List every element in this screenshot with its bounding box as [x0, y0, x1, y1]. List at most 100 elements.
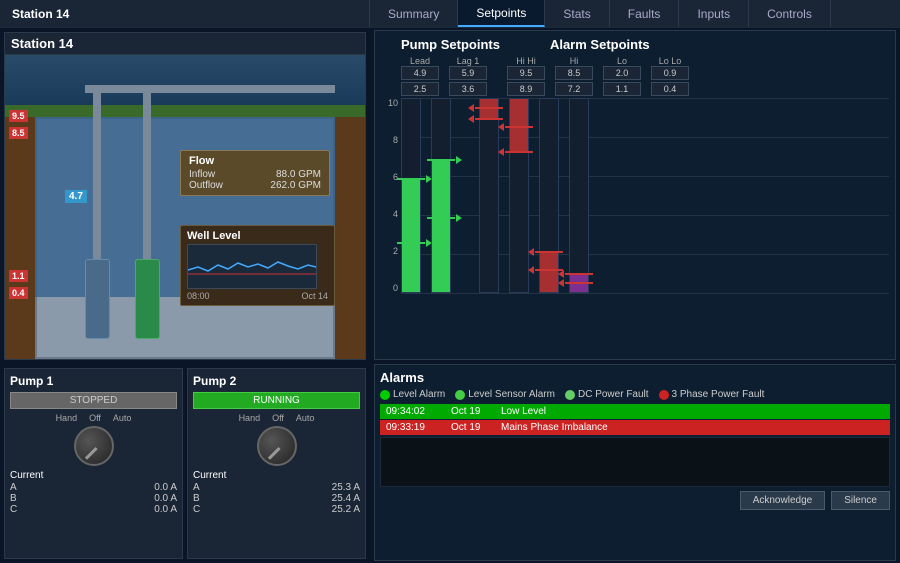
- lead-lower-marker: [397, 242, 425, 244]
- lo-upper: 2.0: [603, 66, 641, 80]
- lag1-upper-marker: [427, 159, 455, 161]
- station-diagram: Station 14 9.5: [4, 32, 366, 360]
- pump2-phase-b: B25.4 A: [193, 493, 360, 504]
- section-spacer: [461, 98, 469, 293]
- ground-area: 9.5 8.5 1.1 0.4 4.7 Flow Inflow 88.0 GPM: [5, 55, 365, 359]
- lead-upper-marker: [397, 178, 425, 180]
- level-1-1: 1.1: [9, 270, 28, 282]
- nav-tabs: Summary Setpoints Stats Faults Inputs Co…: [370, 0, 900, 27]
- tab-faults[interactable]: Faults: [610, 0, 680, 27]
- all-columns: [401, 98, 889, 293]
- lo-header: Lo 2.0 1.1: [603, 56, 641, 96]
- pump1-dial[interactable]: [74, 426, 114, 466]
- top-bar: Station 14 Summary Setpoints Stats Fault…: [0, 0, 900, 28]
- pump2-controls: Hand Off Auto: [193, 413, 360, 423]
- legend-dot-level: [380, 390, 390, 400]
- level-9-5: 9.5: [9, 110, 28, 122]
- tab-setpoints[interactable]: Setpoints: [458, 0, 545, 27]
- pump1-panel: Pump 1 STOPPED Hand Off Auto Current A0.…: [4, 368, 183, 559]
- alarm-empty-area: [380, 437, 890, 487]
- alarm-legend: Level Alarm Level Sensor Alarm DC Power …: [380, 389, 890, 400]
- well-level-box: Well Level 08:00 Oct 14: [180, 225, 335, 306]
- pump-diagram-right: [135, 259, 160, 339]
- lolo-lower: 0.4: [651, 82, 689, 96]
- hihi-lower: 8.9: [507, 82, 545, 96]
- hi-upper-marker: [505, 151, 533, 153]
- pump2-dial[interactable]: [257, 426, 297, 466]
- lag1-lower-marker: [427, 217, 455, 219]
- hihi-lower-marker: [475, 107, 503, 109]
- legend-sensor-alarm: Level Sensor Alarm: [455, 389, 555, 400]
- pump-setpoints-title: Pump Setpoints: [401, 37, 500, 52]
- hi-lower: 7.2: [555, 82, 593, 96]
- hi-upper: 8.5: [555, 66, 593, 80]
- well-level-value: 4.7: [65, 190, 87, 203]
- lolo-bar-container: [569, 98, 589, 293]
- level-0-4: 0.4: [9, 287, 28, 299]
- pump-panels: Pump 1 STOPPED Hand Off Auto Current A0.…: [0, 364, 370, 563]
- lead-fill: [402, 180, 420, 292]
- hihi-column: [479, 98, 499, 293]
- silence-button[interactable]: Silence: [831, 491, 890, 510]
- lead-bar-container: [401, 98, 421, 293]
- hi-column: [509, 98, 529, 293]
- setpoints-headers: Pump Setpoints Alarm Setpoints: [381, 37, 889, 52]
- acknowledge-button[interactable]: Acknowledge: [740, 491, 825, 510]
- lolo-column: [569, 98, 589, 293]
- outflow-row: Outflow 262.0 GPM: [189, 180, 321, 191]
- chart-main-area: 10 8 6 4 2 0: [381, 98, 889, 293]
- well-level-chart: [187, 244, 317, 289]
- pump1-phase-a: A0.0 A: [10, 482, 177, 493]
- alarm-buttons: Acknowledge Silence: [380, 491, 890, 510]
- hihi-upper: 9.5: [507, 66, 545, 80]
- left-panel: Station 14 9.5: [0, 28, 370, 563]
- hi-header: Hi 8.5 7.2: [555, 56, 593, 96]
- tab-inputs[interactable]: Inputs: [679, 0, 749, 27]
- pipe-vertical-left: [93, 85, 101, 285]
- right-panel: Pump Setpoints Alarm Setpoints Lead 4.9 …: [370, 28, 900, 563]
- tab-controls[interactable]: Controls: [749, 0, 831, 27]
- tab-stats[interactable]: Stats: [545, 0, 609, 27]
- legend-dot-sensor: [455, 390, 465, 400]
- lag1-header: Lag 1 5.9 3.6: [449, 56, 487, 96]
- pipe-horizontal: [85, 85, 335, 93]
- alarm-row-1: 09:33:19 Oct 19 Mains Phase Imbalance: [380, 420, 890, 435]
- flow-title: Flow: [189, 155, 321, 167]
- hihi-fill: [480, 99, 498, 120]
- lag1-fill: [432, 161, 450, 292]
- alarms-title: Alarms: [380, 370, 890, 385]
- lag1-lower: 3.6: [449, 82, 487, 96]
- lolo-header: Lo Lo 0.9 0.4: [651, 56, 689, 96]
- sky-layer: [5, 55, 365, 105]
- pump1-phase-b: B0.0 A: [10, 493, 177, 504]
- alarm-col-headers: Hi Hi 9.5 8.9 Hi 8.5 7.2 Lo 2.0 1.1: [507, 56, 689, 96]
- alarm-rows: 09:34:02 Oct 19 Low Level 09:33:19 Oct 1…: [380, 404, 890, 435]
- lo-lower: 1.1: [603, 82, 641, 96]
- lolo-upper-marker: [565, 273, 593, 275]
- hihi-bar-container: [479, 98, 499, 293]
- pipe-vertical-right: [143, 85, 151, 285]
- hihi-upper-marker: [475, 118, 503, 120]
- setpoints-chart-area: Pump Setpoints Alarm Setpoints Lead 4.9 …: [374, 30, 896, 360]
- grass-layer: [5, 105, 365, 117]
- legend-level-alarm: Level Alarm: [380, 389, 445, 400]
- grid-lines: [401, 98, 889, 293]
- lag1-bar-container: [431, 98, 451, 293]
- pump1-title: Pump 1: [10, 374, 177, 388]
- pump1-controls: Hand Off Auto: [10, 413, 177, 423]
- lead-header: Lead 4.9 2.5: [401, 56, 439, 96]
- lolo-upper: 0.9: [651, 66, 689, 80]
- hi-bar-container: [509, 98, 529, 293]
- tab-summary[interactable]: Summary: [370, 0, 458, 27]
- lo-upper-marker: [535, 251, 563, 253]
- inflow-row: Inflow 88.0 GPM: [189, 169, 321, 180]
- pump1-current: Current A0.0 A B0.0 A C0.0 A: [10, 470, 177, 515]
- lo-bar-container: [539, 98, 559, 293]
- lead-column: [401, 98, 421, 293]
- lag1-column: [431, 98, 451, 293]
- station-title: Station 14: [12, 7, 69, 21]
- station-title-tab: Station 14: [0, 0, 370, 27]
- pump2-status: RUNNING: [193, 392, 360, 409]
- hihi-header: Hi Hi 9.5 8.9: [507, 56, 545, 96]
- legend-dot-3phase: [659, 390, 669, 400]
